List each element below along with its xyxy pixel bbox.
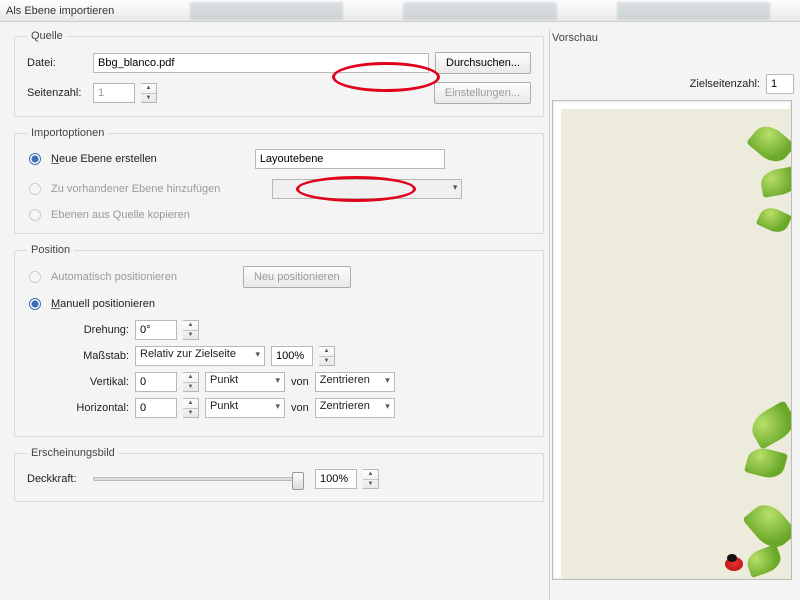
opacity-label: Deckkraft: [27,473,87,485]
vertical-unit-combo[interactable]: Punkt [205,372,285,392]
horizontal-spinner[interactable]: ▲▼ [183,398,199,418]
spin-up-icon[interactable]: ▲ [141,84,156,94]
leaf-icon [756,204,792,237]
radio-manual-position-label: Manuell positionierenManuell positionier… [51,298,155,310]
leaf-icon [759,166,792,198]
pagecount-input [93,83,135,103]
radio-copy-source [29,209,41,221]
dialog-import-as-layer: Als Ebene importieren Quelle Datei: Durc… [0,0,800,600]
settings-button: Einstellungen... [434,82,531,104]
scale-label: Maßstab: [67,350,129,362]
leaf-icon [744,544,784,578]
spin-down-icon[interactable]: ▼ [183,409,198,418]
panel-divider [549,30,550,600]
from-label-v: von [291,376,309,388]
opacity-slider[interactable] [93,477,303,481]
legend-import-options: Importoptionen [27,127,108,139]
leaf-icon [746,400,792,450]
scale-mode-combo[interactable]: Relativ zur Zielseite [135,346,265,366]
legend-appearance: Erscheinungsbild [27,447,119,459]
preview-page [561,109,791,579]
radio-auto-position-label: Automatisch positionieren [51,271,177,283]
spin-up-icon[interactable]: ▲ [363,470,378,480]
group-source: Quelle Datei: Durchsuchen... Seitenzahl:… [14,30,544,117]
spin-up-icon[interactable]: ▲ [319,347,334,357]
spin-up-icon[interactable]: ▲ [183,321,198,331]
titlebar: Als Ebene importieren [0,0,800,22]
pagecount-label: Seitenzahl: [27,87,87,99]
background-blur [160,0,800,22]
radio-add-existing-label: Zu vorhandener Ebene hinzufügen [51,183,220,195]
legend-source: Quelle [27,30,67,42]
opacity-input[interactable] [315,469,357,489]
spin-down-icon[interactable]: ▼ [141,94,156,103]
pagecount-spinner[interactable]: ▲▼ [141,83,157,103]
radio-add-existing [29,183,41,195]
spin-up-icon[interactable]: ▲ [183,399,198,409]
group-appearance: Erscheinungsbild Deckkraft: ▲▼ [14,447,544,502]
leaf-icon [746,120,792,169]
group-import-options: Importoptionen NNeue Ebene erstelleneue … [14,127,544,234]
reposition-button: Neu positionieren [243,266,351,288]
legend-position: Position [27,244,74,256]
vertical-spinner[interactable]: ▲▼ [183,372,199,392]
horizontal-anchor-combo[interactable]: Zentrieren [315,398,395,418]
scale-value-input[interactable] [271,346,313,366]
spin-down-icon[interactable]: ▼ [183,383,198,392]
radio-auto-position [29,271,41,283]
window-title: Als Ebene importieren [6,5,114,17]
scale-spinner[interactable]: ▲▼ [319,346,335,366]
radio-new-layer[interactable] [29,153,41,165]
ladybug-icon [725,557,743,571]
rotation-label: Drehung: [67,324,129,336]
radio-new-layer-label: NNeue Ebene erstelleneue Ebene erstellen [51,153,157,165]
horizontal-offset-input[interactable] [135,398,177,418]
radio-manual-position[interactable] [29,298,41,310]
file-label: Datei: [27,57,87,69]
group-position: Position Automatisch positionieren Neu p… [14,244,544,437]
target-page-label: Zielseitenzahl: [690,78,760,90]
existing-layer-combo [272,179,462,199]
browse-button[interactable]: Durchsuchen... [435,52,531,74]
leaf-icon [744,445,788,482]
target-page-input[interactable] [766,74,794,94]
spin-down-icon[interactable]: ▼ [319,357,334,366]
vertical-offset-input[interactable] [135,372,177,392]
preview-legend: Vorschau [552,32,800,44]
horizontal-unit-combo[interactable]: Punkt [205,398,285,418]
spin-down-icon[interactable]: ▼ [183,331,198,340]
radio-copy-source-label: Ebenen aus Quelle kopieren [51,209,190,221]
vertical-label: Vertikal: [67,376,129,388]
spin-down-icon[interactable]: ▼ [363,480,378,489]
from-label-h: von [291,402,309,414]
vertical-anchor-combo[interactable]: Zentrieren [315,372,395,392]
rotation-input[interactable] [135,320,177,340]
rotation-spinner[interactable]: ▲▼ [183,320,199,340]
file-input[interactable] [93,53,429,73]
spin-up-icon[interactable]: ▲ [183,373,198,383]
new-layer-name-input[interactable] [255,149,445,169]
preview-canvas [552,100,792,580]
opacity-spinner[interactable]: ▲▼ [363,469,379,489]
horizontal-label: Horizontal: [67,402,129,414]
